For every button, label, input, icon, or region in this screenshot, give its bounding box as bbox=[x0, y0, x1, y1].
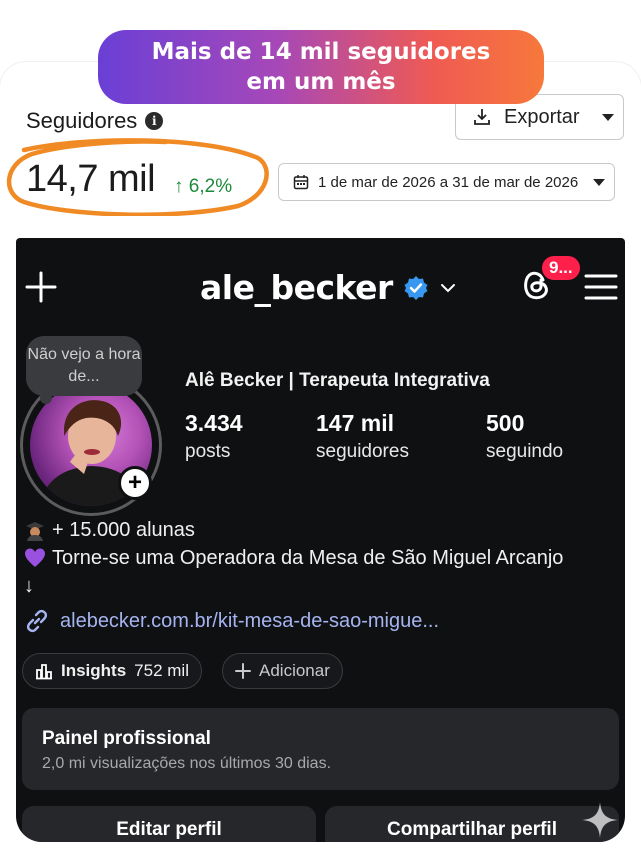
info-icon[interactable]: i bbox=[145, 112, 164, 130]
export-label: Exportar bbox=[504, 105, 580, 128]
edit-profile-button[interactable]: Editar perfil bbox=[22, 806, 316, 842]
graduate-emoji-icon bbox=[26, 522, 44, 541]
download-icon bbox=[474, 109, 490, 125]
bio-line: + 15.000 alunas bbox=[24, 516, 563, 544]
plus-icon[interactable] bbox=[24, 270, 58, 304]
username-switcher[interactable]: ale_becker bbox=[200, 268, 457, 307]
date-range-selector[interactable]: 1 de mar de 2026 a 31 de mar de 2026 bbox=[278, 163, 615, 201]
bio-link[interactable]: alebecker.com.br/kit-mesa-de-sao-migue..… bbox=[24, 608, 439, 634]
link-icon bbox=[26, 609, 48, 633]
followers-title: Seguidores i bbox=[26, 108, 164, 134]
insights-label: Insights bbox=[61, 661, 127, 680]
stat-value: 147 mil bbox=[316, 410, 394, 436]
insights-chip[interactable]: Insights 752 mil bbox=[22, 653, 202, 689]
stat-label: seguidores bbox=[316, 441, 409, 462]
insights-value: 752 mil bbox=[134, 661, 189, 680]
share-profile-label: Compartilhar perfil bbox=[387, 819, 557, 840]
instagram-profile-screenshot: ale_becker 9... Não vejo a hora de... + … bbox=[16, 238, 625, 842]
panel-title: Painel profissional bbox=[42, 728, 211, 749]
sparkle-icon bbox=[582, 802, 618, 838]
caret-down-icon bbox=[593, 178, 606, 186]
plus-icon bbox=[235, 663, 251, 679]
edit-profile-label: Editar perfil bbox=[116, 819, 222, 840]
promo-banner: Mais de 14 mil seguidores em um mês bbox=[98, 30, 544, 104]
bio-link-text: alebecker.com.br/kit-mesa-de-sao-migue..… bbox=[60, 609, 440, 632]
calendar-icon bbox=[293, 175, 309, 190]
notification-badge: 9... bbox=[540, 254, 582, 282]
stat-following[interactable]: 500 seguindo bbox=[486, 410, 563, 463]
chevron-down-icon bbox=[440, 283, 455, 292]
stat-followers[interactable]: 147 mil seguidores bbox=[316, 410, 409, 463]
bio-line-2: Torne-se uma Operadora da Mesa de São Mi… bbox=[52, 547, 564, 569]
bio-line: Torne-se uma Operadora da Mesa de São Mi… bbox=[24, 544, 563, 572]
panel-subtitle: 2,0 mi visualizações nos últimos 30 dias… bbox=[42, 755, 332, 772]
share-profile-button[interactable]: Compartilhar perfil bbox=[325, 806, 619, 842]
professional-dashboard[interactable]: Painel profissional 2,0 mi visualizações… bbox=[22, 708, 619, 790]
banner-line-2: em um mês bbox=[246, 69, 396, 95]
add-story-button[interactable]: + bbox=[118, 466, 152, 500]
profile-bio: + 15.000 alunas Torne-se uma Operadora d… bbox=[24, 516, 563, 600]
display-name: Alê Becker | Terapeuta Integrativa bbox=[185, 370, 490, 391]
stat-label: seguindo bbox=[486, 441, 564, 462]
stat-label: posts bbox=[185, 441, 231, 462]
stat-value: 3.434 bbox=[185, 410, 243, 436]
bio-line-1: + 15.000 alunas bbox=[52, 519, 195, 541]
profile-note-bubble[interactable]: Não vejo a hora de... bbox=[26, 336, 142, 396]
hamburger-menu-icon[interactable] bbox=[584, 272, 618, 302]
bar-chart-icon bbox=[36, 664, 52, 680]
date-range-label: 1 de mar de 2026 a 31 de mar de 2026 bbox=[318, 173, 579, 191]
followers-count: 14,7 mil bbox=[26, 158, 156, 200]
bio-line: ↓ bbox=[24, 572, 563, 600]
username: ale_becker bbox=[200, 268, 393, 307]
bio-line-3: ↓ bbox=[24, 575, 34, 597]
add-label: Adicionar bbox=[259, 661, 330, 680]
followers-highlight: 14,7 mil ↑ 6,2% bbox=[6, 136, 272, 216]
verified-badge-icon bbox=[404, 275, 428, 300]
stat-value: 500 bbox=[486, 410, 525, 436]
profile-header: ale_becker 9... bbox=[16, 254, 625, 310]
stat-posts[interactable]: 3.434 posts bbox=[185, 410, 243, 463]
growth-percentage: ↑ 6,2% bbox=[174, 176, 233, 197]
followers-title-label: Seguidores bbox=[26, 108, 138, 133]
note-bubble-tail bbox=[40, 392, 52, 404]
add-chip[interactable]: Adicionar bbox=[222, 653, 343, 689]
purple-heart-icon bbox=[25, 548, 45, 567]
banner-line-1: Mais de 14 mil seguidores bbox=[151, 39, 491, 65]
caret-down-icon bbox=[601, 113, 614, 121]
